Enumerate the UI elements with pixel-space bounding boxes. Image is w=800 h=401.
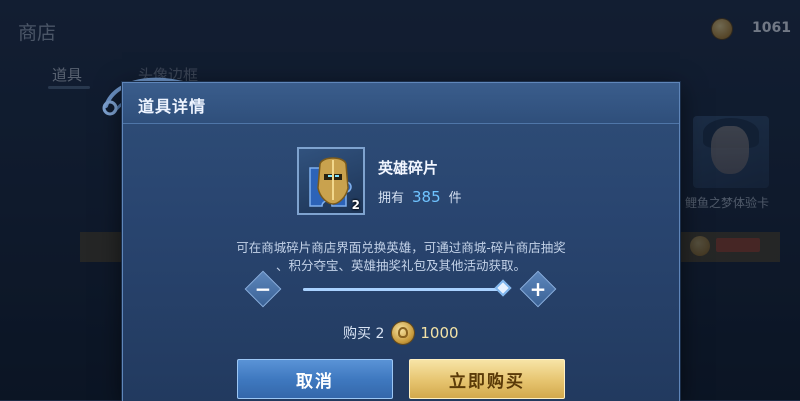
item-description: 可在商城碎片商店界面兑换英雄，可通过商城-碎片商店抽奖 、积分夺宝、英雄抽奖礼包… <box>163 239 639 275</box>
quantity-slider-thumb[interactable] <box>494 279 512 297</box>
coin-icon <box>392 322 415 344</box>
owned-count: 385 <box>412 188 441 206</box>
item-icon-frame[interactable]: 2 <box>297 147 365 215</box>
dialog-title: 道具详情 <box>138 97 207 116</box>
owned-count-line: 拥有 385 件 <box>378 187 462 206</box>
owned-unit: 件 <box>448 191 462 206</box>
quantity-slider-fill <box>303 288 503 291</box>
purchase-price: 1000 <box>420 324 459 342</box>
decrease-quantity-button[interactable]: − <box>244 270 282 308</box>
owned-label: 拥有 <box>378 191 405 206</box>
purchase-quantity-label: 购买 2 <box>343 326 385 342</box>
description-line: 、积分夺宝、英雄抽奖礼包及其他活动获取。 <box>275 258 526 273</box>
item-stack-count: 2 <box>351 198 360 212</box>
item-detail-dialog: 道具详情 2 英雄碎片 拥有 385 件 可在商城碎片商店界面兑换英雄，可通过商城-… <box>122 82 680 401</box>
minus-icon: − <box>254 277 272 301</box>
description-line: 可在商城碎片商店界面兑换英雄，可通过商城-碎片商店抽奖 <box>236 240 566 255</box>
plus-icon: + <box>529 277 547 301</box>
increase-quantity-button[interactable]: + <box>519 270 557 308</box>
cancel-button[interactable]: 取消 <box>237 359 393 399</box>
item-name: 英雄碎片 <box>378 159 439 177</box>
quantity-slider[interactable] <box>303 279 512 297</box>
purchase-summary: 购买 2 1000 <box>343 321 459 345</box>
dialog-header: 道具详情 <box>123 83 679 124</box>
buy-now-button[interactable]: 立即购买 <box>409 359 565 399</box>
